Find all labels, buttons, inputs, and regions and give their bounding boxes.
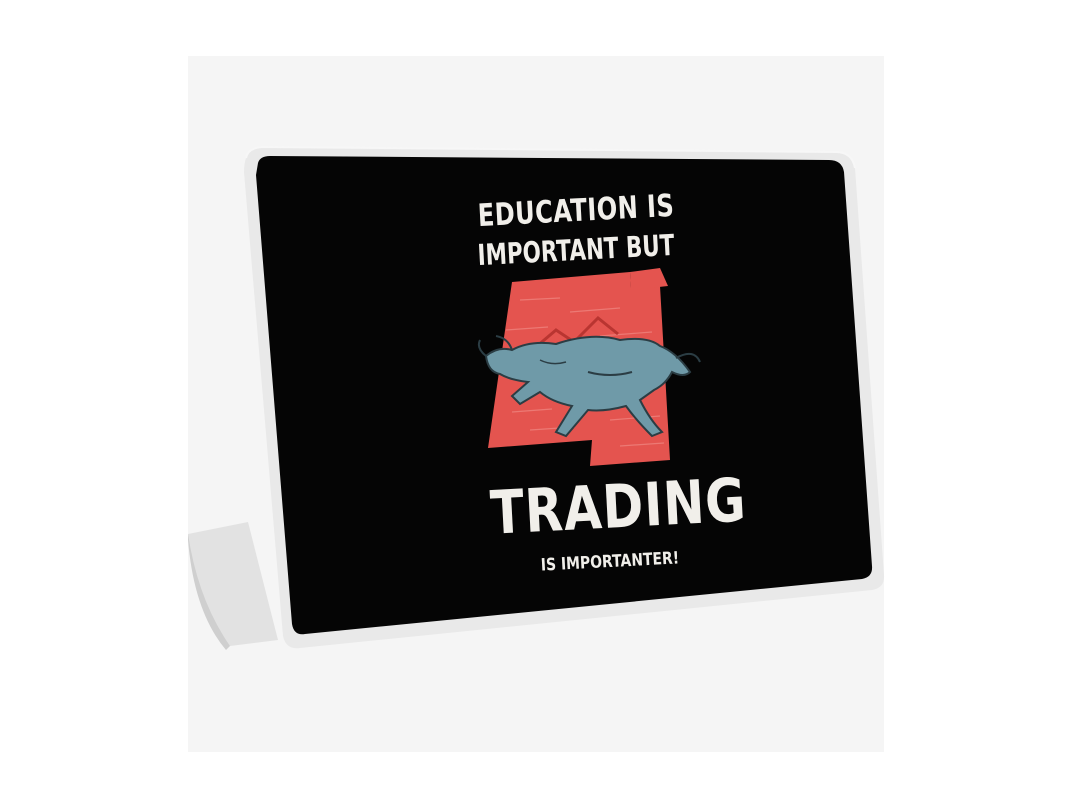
headline-trading: TRADING xyxy=(488,465,749,549)
laptop-skin xyxy=(256,156,873,635)
